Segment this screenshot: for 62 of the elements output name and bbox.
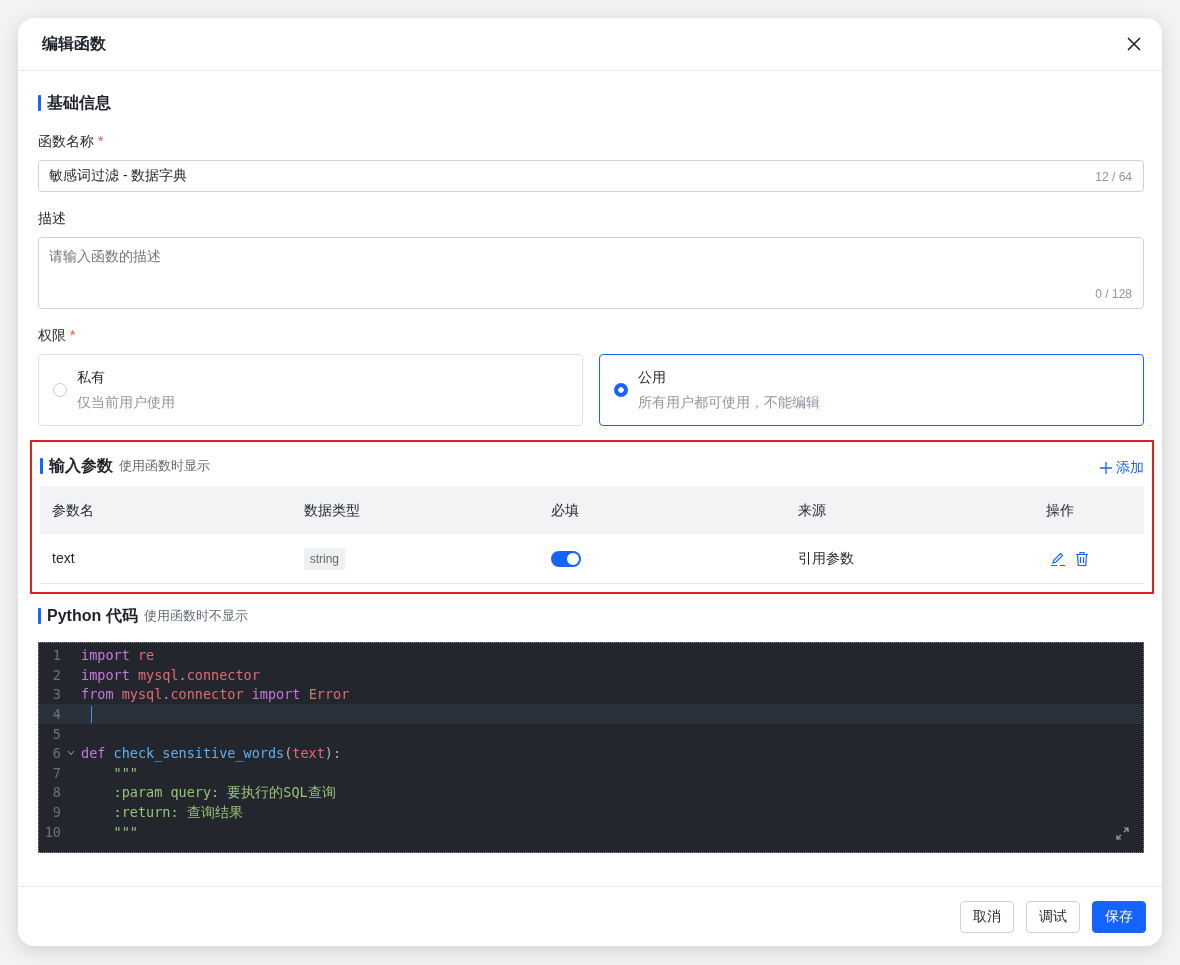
required-mark: * [70,326,76,345]
line-number: 6 [51,744,61,764]
section-title: 输入参数 [49,456,113,476]
line-number: 5 [51,724,61,744]
footer-button[interactable]: 取消 [960,900,1014,933]
column-header: 参数名 [40,486,292,534]
section-title: 基础信息 [47,93,111,113]
option-title: 公用 [638,368,667,387]
line-number: 2 [51,665,61,685]
code-line: :param query: 要执行的SQL查询 [112,783,336,803]
dialog-title: 编辑函数 [42,34,106,54]
char-counter: 12 / 64 [1095,169,1132,186]
table-cell: text [40,534,292,583]
plus-icon [1100,461,1112,474]
column-header: 来源 [786,486,1034,534]
option-title: 私有 [77,368,106,387]
permission-option[interactable]: 公用 所有用户都可使用，不能编辑 [599,354,1144,426]
option-description: 仅当前用户使用 [77,393,175,412]
code-line: """ [112,822,138,842]
code-editor[interactable]: 1 import re 2 import mysql.connector 3 from mysql.connector import Error 4 5 6 def check_sensitive_words(text): 7 """ 8 :param query: 要执行的SQL查询 9 :return: 查询结果 10 """ [38,641,1144,853]
column-header: 数据类型 [291,486,539,534]
table-cell: 引用参数 [786,534,1034,583]
code-line: """ [112,763,138,783]
required-mark: * [98,132,104,151]
char-counter: 0 / 128 [1095,286,1132,303]
type-tag: string [303,547,346,570]
line-number: 4 [51,704,61,724]
field-label: 权限 [38,326,66,345]
code-line: :return: 查询结果 [112,802,243,822]
code-line: def check_sensitive_words(text): [81,744,342,764]
trash-icon [1073,551,1090,568]
radio-icon [614,383,628,397]
close-icon [1126,36,1142,52]
line-number: 7 [51,763,61,783]
section-hint: 使用函数时显示 [119,457,210,476]
section-title: Python 代码 [47,605,138,626]
add-button[interactable]: 添加 [1100,457,1144,478]
expand-button[interactable] [1116,826,1129,840]
line-number: 1 [51,646,61,666]
section-marker [40,458,43,474]
field-label: 描述 [38,209,66,228]
line-number: 10 [43,822,61,842]
pencil-icon [1049,551,1066,568]
code-line: from mysql.connector import Error [81,685,350,705]
column-header: 操作 [1033,486,1144,534]
line-number: 8 [51,783,61,803]
save-button[interactable]: 保存 [1092,900,1146,933]
field-label: 函数名称 [38,132,94,151]
permission-option[interactable]: 私有 仅当前用户使用 [38,354,583,426]
fold-caret-icon[interactable] [67,750,75,757]
required-toggle[interactable] [551,551,581,568]
column-header: 必填 [539,486,787,534]
code-line: import re [81,646,155,666]
code-line: import mysql.connector [81,665,260,685]
line-number: 3 [51,685,61,705]
section-hint: 使用函数时不显示 [143,606,248,625]
line-number: 9 [51,802,61,822]
expand-icon [1116,826,1129,840]
section-marker [38,95,41,111]
option-description: 所有用户都可使用，不能编辑 [638,393,820,412]
footer-button[interactable]: 调试 [1026,900,1080,933]
section-marker [38,607,41,624]
